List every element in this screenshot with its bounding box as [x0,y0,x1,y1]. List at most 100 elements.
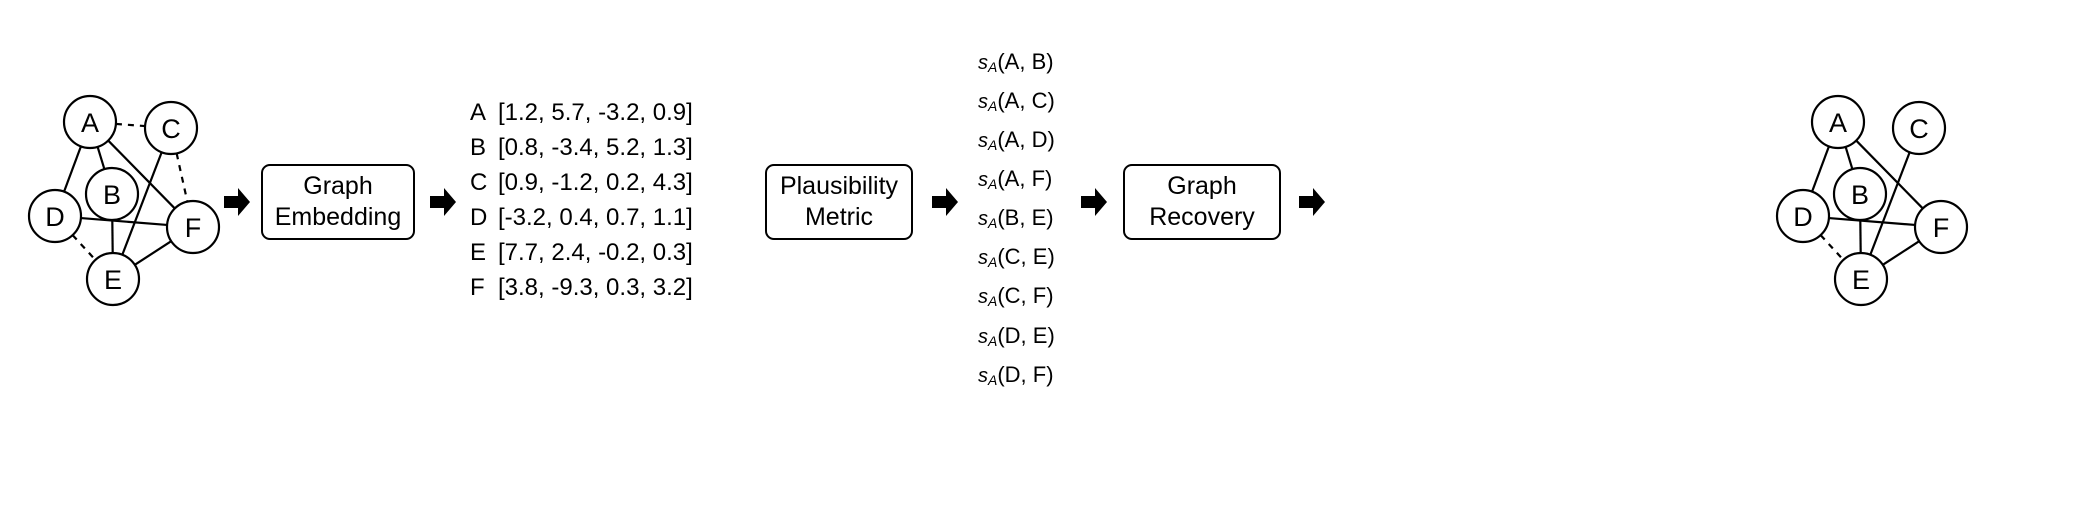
input-graph-edge-A-B [96,146,106,170]
input-graph-edge-A-C [115,122,146,128]
output-graph-node-label-F: F [1933,213,1950,243]
stage-plausibility-metric-line1: Plausibility [779,172,899,200]
output-graph-node-label-B: B [1851,180,1869,210]
score-symbol: s [978,364,988,387]
input-graph-edge-E-F [134,240,172,266]
embedding-node-key: B [470,134,487,161]
input-graph-edge-D-F [80,216,168,227]
score-subscript: A [988,332,998,349]
arrow-right-icon-3 [930,185,960,219]
output-graph-node-B[interactable]: B [1832,166,1888,222]
embedding-vector-value: [0.9, -1.2, 0.2, 4.3] [498,169,693,196]
input-graph-node-label-B: B [103,180,121,210]
output-graph-canvas: A B C D E F [1775,94,1969,307]
score-subscript: A [988,215,998,232]
score-subscript: A [988,176,998,193]
output-graph-node-label-A: A [1829,108,1847,138]
input-graph-node-label-D: D [45,202,65,232]
score-symbol: s [978,208,988,231]
input-graph-node-E[interactable]: E [85,251,141,307]
arrow-right-icon-2 [428,185,458,219]
input-graph-node-A[interactable]: A [62,94,118,150]
score-subscript: A [988,137,998,154]
score-arguments: (A, F) [997,166,1053,192]
plausibility-score-row: sA(A, B) [978,45,1055,84]
output-graph-edge-D-F [1828,216,1916,227]
output-graph-node-label-C: C [1909,114,1929,144]
stage-graph-embedding-line2: Embedding [274,203,402,231]
score-arguments: (D, F) [997,361,1054,387]
input-graph-canvas: A B C D E F [27,94,221,307]
score-arguments: (A, C) [997,88,1055,114]
score-symbol: s [978,169,988,192]
plausibility-score-row: sA(A, F) [978,162,1055,201]
embedding-node-key: F [470,274,485,301]
embedding-row: F [3.8, -9.3, 0.3, 3.2] [470,270,693,305]
score-arguments: (D, E) [997,322,1055,348]
embedding-vector-value: [7.7, 2.4, -0.2, 0.3] [498,239,693,266]
input-graph-node-C[interactable]: C [143,100,199,156]
score-arguments: (C, E) [997,244,1055,270]
embedding-node-key: C [470,169,488,196]
embedding-row: D [-3.2, 0.4, 0.7, 1.1] [470,200,693,235]
score-subscript: A [988,371,998,388]
input-graph-node-label-A: A [81,108,99,138]
output-graph-node-F[interactable]: F [1913,199,1969,255]
output-graph-node-A[interactable]: A [1810,94,1866,150]
embedding-row: C [0.9, -1.2, 0.2, 4.3] [470,165,693,200]
score-symbol: s [978,286,988,309]
output-graph-edge-D-E [1819,234,1845,261]
output-graph-nodes: A B C D E F [1775,94,1969,307]
stage-plausibility-metric[interactable]: Plausibility Metric [765,164,913,240]
input-graph-edge-C-F [175,153,189,202]
embedding-vector-value: [-3.2, 0.4, 0.7, 1.1] [498,204,693,231]
plausibility-score-list: sA(A, B) sA(A, C) sA(A, D) sA(A, F) sA(B, E)… [978,45,1055,397]
embedding-vector-value: [1.2, 5.7, -3.2, 0.9] [498,99,693,126]
embedding-node-key: D [470,204,488,231]
embedding-vector-value: [0.8, -3.4, 5.2, 1.3] [498,134,693,161]
score-arguments: (A, B) [997,49,1054,74]
stage-graph-recovery[interactable]: Graph Recovery [1123,164,1281,240]
output-graph-node-D[interactable]: D [1775,188,1831,244]
arrow-right-icon-5 [1297,185,1327,219]
stage-graph-recovery-line2: Recovery [1149,203,1255,231]
plausibility-score-row: sA(A, C) [978,84,1055,123]
stage-graph-embedding-line1: Graph [303,172,373,200]
stage-graph-recovery-line1: Graph [1167,172,1237,200]
input-graph: A B C D E F [0,0,330,522]
output-graph-node-label-D: D [1793,202,1813,232]
output-graph-node-E[interactable]: E [1833,251,1889,307]
input-graph-node-D[interactable]: D [27,188,83,244]
output-graph-edge-A-B [1844,146,1854,170]
input-graph-edge-A-D [63,145,82,193]
stage-plausibility-metric-line2: Metric [804,203,874,231]
score-symbol: s [978,91,988,114]
embedding-vector-list: A [1.2, 5.7, -3.2, 0.9] B [0.8, -3.4, 5.2, … [470,95,693,305]
score-subscript: A [988,254,998,271]
plausibility-score-row: sA(C, F) [978,279,1055,318]
embedding-node-key: E [470,239,487,266]
plausibility-score-row: sA(A, D) [978,123,1055,162]
output-graph-edge-A-D [1811,145,1830,193]
embedding-row: B [0.8, -3.4, 5.2, 1.3] [470,130,693,165]
score-symbol: s [978,247,988,270]
score-symbol: s [978,325,988,348]
plausibility-score-row: sA(D, E) [978,319,1055,358]
input-graph-node-B[interactable]: B [84,166,140,222]
score-subscript: A [988,293,998,310]
input-graph-node-label-C: C [161,114,181,144]
input-graph-edge-D-E [71,234,97,261]
input-graph-node-label-F: F [185,213,202,243]
embedding-vector-value: [3.8, -9.3, 0.3, 3.2] [498,274,693,301]
arrow-right-icon-4 [1079,185,1109,219]
stage-graph-embedding[interactable]: Graph Embedding [261,164,415,240]
score-subscript: A [988,98,998,115]
plausibility-score-row: sA(B, E) [978,201,1055,240]
score-subscript: A [988,59,998,76]
input-graph-node-F[interactable]: F [165,199,221,255]
output-graph-node-C[interactable]: C [1891,100,1947,156]
output-graph: A B C D E F [1748,0,2078,522]
score-arguments: (B, E) [997,205,1054,231]
output-graph-edge-E-F [1882,240,1920,266]
input-graph-node-label-E: E [104,265,122,295]
